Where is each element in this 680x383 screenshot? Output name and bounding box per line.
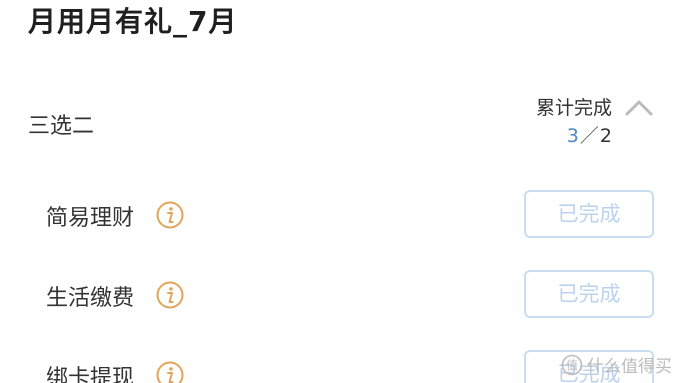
watermark-text: 什么值得买: [587, 357, 672, 377]
progress-title: 累计完成: [535, 97, 612, 119]
watermark: 值 什么值得买: [561, 352, 672, 377]
svg-text:值: 值: [566, 357, 578, 372]
progress-summary: 累计完成 3／2: [536, 94, 612, 150]
chevron-up-icon[interactable]: [624, 98, 654, 118]
task-complete-button[interactable]: 已完成: [524, 190, 654, 238]
task-complete-button[interactable]: 已完成: [524, 270, 654, 318]
progress-count: 3／2: [536, 122, 612, 150]
info-icon[interactable]: [156, 361, 184, 383]
task-name: 绑卡提现: [46, 366, 135, 383]
task-name: 简易理财: [46, 206, 135, 231]
page-title: 月用月有礼_7月: [28, 5, 238, 38]
progress-done: 3: [566, 125, 579, 147]
task-row: 生活缴费 已完成: [46, 270, 654, 322]
task-row: 简易理财 已完成: [46, 190, 654, 242]
watermark-logo-icon: 值: [561, 354, 583, 375]
task-name: 生活缴费: [46, 286, 135, 311]
page: 月用月有礼_7月 三选二 累计完成 3／2 简易理财 已完成 生活缴费 已完成 …: [0, 0, 680, 383]
progress-separator: ／: [579, 125, 599, 147]
info-icon[interactable]: [156, 281, 184, 309]
progress-total: 2: [599, 125, 612, 147]
info-icon[interactable]: [156, 201, 184, 229]
section-label: 三选二: [28, 114, 95, 139]
